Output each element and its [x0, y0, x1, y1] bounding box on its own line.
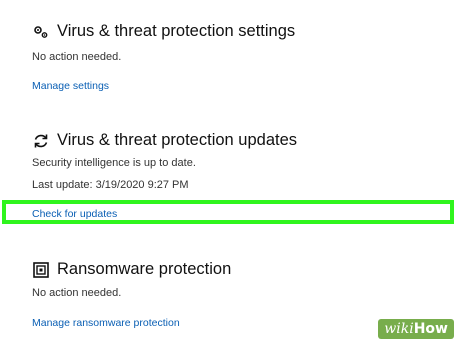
settings-heading: Virus & threat protection settings — [0, 22, 295, 41]
ransomware-title: Ransomware protection — [57, 260, 232, 278]
settings-title: Virus & threat protection settings — [57, 22, 296, 40]
updates-status: Security intelligence is up to date. — [32, 157, 196, 169]
ransomware-heading: Ransomware protection — [0, 260, 231, 279]
wikihow-watermark: wikiHow — [378, 319, 454, 339]
settings-status: No action needed. — [32, 51, 122, 63]
check-for-updates-link[interactable]: Check for updates — [32, 208, 117, 220]
ransomware-status: No action needed. — [32, 287, 122, 299]
wikihow-logo: wikiHow — [378, 319, 454, 339]
manage-settings-link[interactable]: Manage settings — [32, 80, 109, 92]
last-update-text: Last update: 3/19/2020 9:27 PM — [32, 179, 189, 191]
manage-ransomware-link[interactable]: Manage ransomware protection — [32, 317, 180, 329]
gear-shield-icon — [32, 23, 50, 41]
ransomware-icon — [32, 261, 50, 279]
updates-title: Virus & threat protection updates — [57, 131, 298, 149]
updates-heading: Virus & threat protection updates — [0, 131, 297, 150]
refresh-icon — [32, 132, 50, 150]
